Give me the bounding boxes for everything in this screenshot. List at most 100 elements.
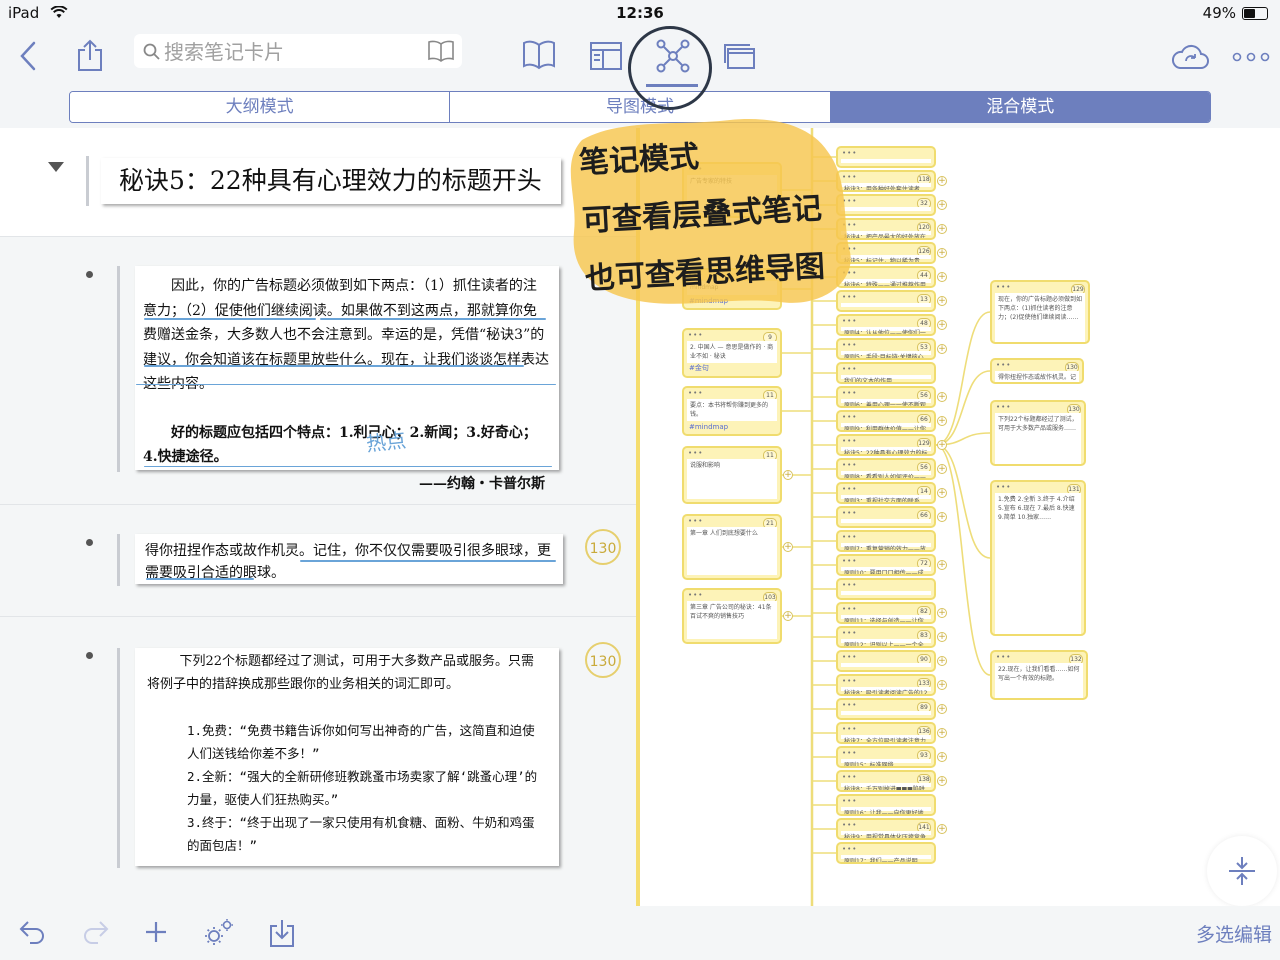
- multi-select-edit-button[interactable]: 多选编辑: [1196, 920, 1272, 947]
- topic-node[interactable]: •••14原则3：重视社交方面的联系——用户群: [836, 482, 936, 504]
- node-handle-icon[interactable]: •••: [842, 413, 857, 421]
- topic-node[interactable]: •••56原则6：善用心理一一使不断观察法加保: [836, 386, 936, 408]
- expand-plus-icon[interactable]: +: [937, 272, 947, 282]
- leaf-node[interactable]: ••• 129 现在，你的广告标题必须做到如下两点：(1)抓住读者的注意力；(2)促…: [990, 280, 1090, 344]
- branch-left-node[interactable]: ••• 9 2. 中国人 — 意思是做作的 · 商业不如 · 秘诀 #金句: [682, 328, 782, 378]
- topic-node[interactable]: •••82原则11：选择与创造——让你拥有的一切都有价值: [836, 602, 936, 624]
- tab-outline-mode[interactable]: 大纲模式: [70, 92, 451, 122]
- topic-node[interactable]: •••83原则12：识别以上——一个全部结束的方式: [836, 626, 936, 648]
- node-handle-icon[interactable]: •••: [688, 449, 703, 457]
- expand-plus-icon[interactable]: +: [783, 542, 793, 552]
- expand-plus-icon[interactable]: +: [937, 224, 947, 234]
- expand-plus-icon[interactable]: +: [937, 776, 947, 786]
- topic-node[interactable]: •••133秘诀8：吸引读者阅读广告的12种方法: [836, 674, 936, 696]
- node-handle-icon[interactable]: •••: [842, 797, 857, 805]
- expand-plus-icon[interactable]: +: [937, 728, 947, 738]
- note-card[interactable]: 得你扭捏作态或故作机灵。记住，你不仅仅需要吸引很多眼球，更需要吸引合适的眼球。: [135, 534, 563, 584]
- node-handle-icon[interactable]: •••: [842, 581, 857, 589]
- back-chevron-icon[interactable]: [18, 40, 38, 72]
- topic-node[interactable]: ••• 原则7：重复营销的效力——放出你的产品: [836, 530, 936, 552]
- node-handle-icon[interactable]: •••: [996, 403, 1011, 411]
- expand-plus-icon[interactable]: +: [937, 392, 947, 402]
- node-handle-icon[interactable]: •••: [996, 361, 1011, 369]
- expand-plus-icon[interactable]: +: [937, 296, 947, 306]
- expand-plus-icon[interactable]: +: [937, 464, 947, 474]
- node-handle-icon[interactable]: •••: [842, 365, 857, 373]
- leaf-node[interactable]: ••• 130 下列22个标题都经过了测试，可用于大多数产品或服务……: [990, 400, 1086, 466]
- topic-node[interactable]: •••: [836, 578, 936, 600]
- bullet-dot[interactable]: [86, 652, 93, 659]
- topic-node[interactable]: ••• 53 原则5：手段·目标链·关键核心: [836, 338, 936, 360]
- bullet-dot[interactable]: [86, 539, 93, 546]
- node-handle-icon[interactable]: •••: [688, 591, 703, 599]
- add-icon[interactable]: [144, 920, 168, 944]
- page-number-badge[interactable]: 130: [585, 642, 621, 678]
- topic-node[interactable]: ••• 136 秘诀7：全方位吸引读者注意力: [836, 722, 936, 744]
- note-card[interactable]: 因此，你的广告标题必须做到如下两点：（1）抓住读者的注意力；（2）促使他们继续阅…: [135, 266, 559, 492]
- expand-plus-icon[interactable]: +: [783, 470, 793, 480]
- topic-node[interactable]: ••• 我们的文本的作用: [836, 362, 936, 384]
- topic-node[interactable]: ••• 89: [836, 698, 936, 720]
- expand-plus-icon[interactable]: +: [937, 824, 947, 834]
- node-handle-icon[interactable]: •••: [842, 341, 857, 349]
- node-handle-icon[interactable]: •••: [842, 845, 857, 853]
- collapse-triangle-icon[interactable]: [48, 162, 64, 172]
- expand-plus-icon[interactable]: +: [937, 704, 947, 714]
- redo-icon[interactable]: [82, 918, 110, 944]
- branch-left-node[interactable]: ••• 11 说服和影响: [682, 446, 782, 504]
- expand-plus-icon[interactable]: +: [937, 200, 947, 210]
- node-handle-icon[interactable]: •••: [842, 821, 857, 829]
- settings-gear-icon[interactable]: [202, 918, 234, 948]
- branch-left-node[interactable]: ••• 21 第一章 人们到底想要什么: [682, 514, 782, 580]
- expand-plus-icon[interactable]: +: [937, 320, 947, 330]
- undo-icon[interactable]: [18, 918, 46, 944]
- tab-mixed-mode[interactable]: 混合模式: [830, 92, 1210, 122]
- node-handle-icon[interactable]: •••: [842, 749, 857, 757]
- topic-node[interactable]: •••48原则4：认从他位——使你们一个都跟随: [836, 314, 936, 336]
- topic-node[interactable]: •••141秘诀9：用视觉具体化压垮竞争者: [836, 818, 936, 840]
- expand-plus-icon[interactable]: +: [937, 632, 947, 642]
- node-handle-icon[interactable]: •••: [842, 701, 857, 709]
- search-bar[interactable]: [134, 34, 462, 68]
- expand-plus-icon[interactable]: +: [937, 656, 947, 666]
- expand-plus-icon[interactable]: +: [937, 416, 947, 426]
- node-handle-icon[interactable]: •••: [996, 483, 1011, 491]
- node-handle-icon[interactable]: •••: [842, 725, 857, 733]
- node-handle-icon[interactable]: •••: [842, 773, 857, 781]
- topic-node[interactable]: ••• 原则17：我们——产品说明: [836, 842, 936, 864]
- expand-plus-icon[interactable]: +: [937, 680, 947, 690]
- node-handle-icon[interactable]: •••: [842, 653, 857, 661]
- topic-node[interactable]: •••56原则8：看看别人如何评价——买东西的信任: [836, 458, 936, 480]
- expand-plus-icon[interactable]: +: [937, 752, 947, 762]
- topic-node[interactable]: ••• 90: [836, 650, 936, 672]
- topic-node[interactable]: •••66原则9：利用群体价值——让你们想要购买的产品: [836, 410, 936, 432]
- expand-plus-icon[interactable]: +: [937, 512, 947, 522]
- expand-plus-icon[interactable]: +: [937, 440, 947, 450]
- node-handle-icon[interactable]: •••: [842, 629, 857, 637]
- topic-node[interactable]: ••• 93 原则15：标准网络: [836, 746, 936, 768]
- topic-node[interactable]: ••• 138 秘诀8：千万别掉进■■■陷阱: [836, 770, 936, 792]
- node-handle-icon[interactable]: •••: [842, 485, 857, 493]
- layout-panel-icon[interactable]: [590, 42, 622, 70]
- leaf-node[interactable]: ••• 132 22.现在，让我们看看……如何写出一个有效的标题。: [990, 650, 1088, 700]
- download-icon[interactable]: [268, 918, 296, 948]
- share-icon[interactable]: [76, 38, 104, 72]
- node-handle-icon[interactable]: •••: [842, 509, 857, 517]
- cards-stack-icon[interactable]: [724, 42, 756, 70]
- cloud-sync-icon[interactable]: [1170, 44, 1210, 70]
- topic-node[interactable]: ••• 原则16：让我——向你更好地说明你的产品: [836, 794, 936, 816]
- bullet-dot[interactable]: [86, 271, 93, 278]
- heading-card[interactable]: 秘诀5：22种具有心理效力的标题开头: [101, 158, 561, 204]
- expand-plus-icon[interactable]: +: [937, 248, 947, 258]
- node-handle-icon[interactable]: •••: [996, 283, 1011, 291]
- node-handle-icon[interactable]: •••: [688, 331, 703, 339]
- node-handle-icon[interactable]: •••: [842, 677, 857, 685]
- node-handle-icon[interactable]: •••: [688, 517, 703, 525]
- topic-node[interactable]: •••72原则10：要用口口相传——成为你的卖点: [836, 554, 936, 576]
- node-handle-icon[interactable]: •••: [842, 389, 857, 397]
- more-options-icon[interactable]: [1232, 52, 1272, 62]
- node-handle-icon[interactable]: •••: [996, 653, 1011, 661]
- expand-plus-icon[interactable]: +: [937, 560, 947, 570]
- book-icon[interactable]: [428, 40, 454, 62]
- page-number-badge[interactable]: 130: [585, 529, 621, 565]
